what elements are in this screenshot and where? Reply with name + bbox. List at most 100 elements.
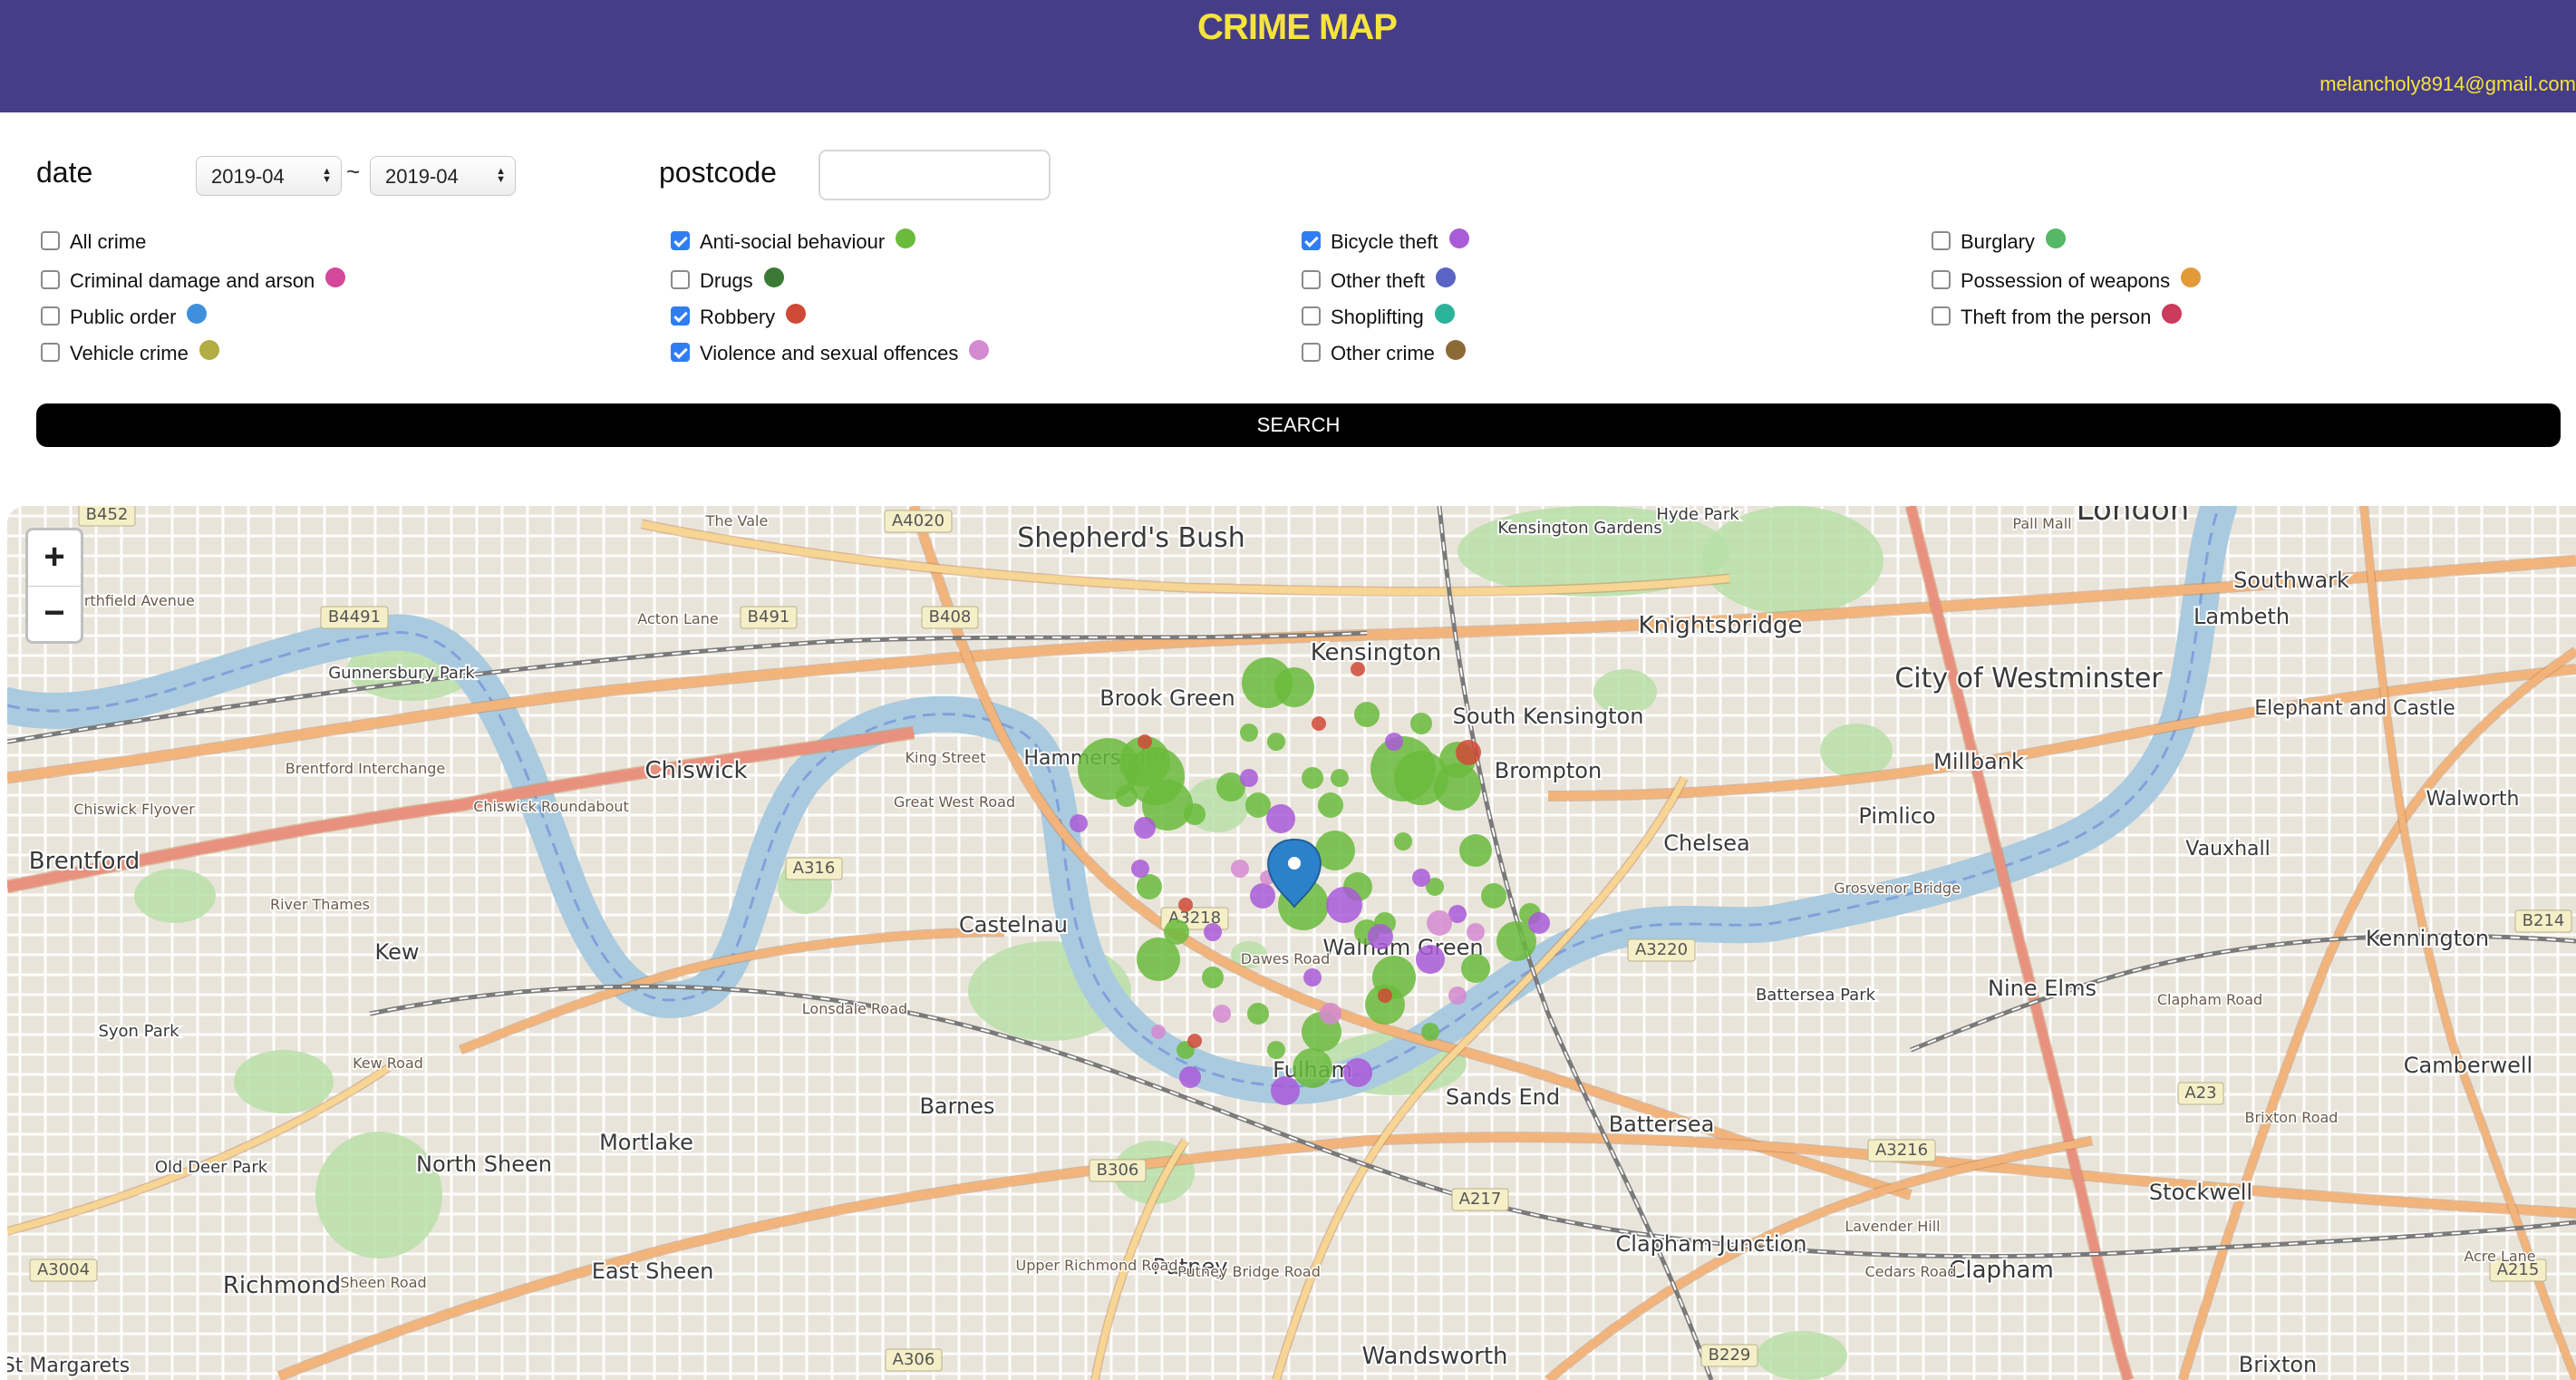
crime-marker[interactable]: [1231, 860, 1249, 878]
crime-marker[interactable]: [1267, 733, 1285, 751]
crime-marker[interactable]: [1320, 1003, 1341, 1025]
crime-marker[interactable]: [1410, 713, 1432, 734]
category-filter[interactable]: Possession of weapons: [1932, 263, 2202, 299]
crime-marker[interactable]: [1274, 667, 1314, 707]
crime-marker[interactable]: [1459, 834, 1492, 867]
category-filter[interactable]: Anti-social behaviour: [671, 224, 916, 260]
crime-marker[interactable]: [1456, 740, 1481, 765]
user-email[interactable]: melancholy8914@gmail.com: [2319, 73, 2576, 96]
crime-marker[interactable]: [1427, 910, 1452, 936]
category-checkbox[interactable]: [1302, 230, 1321, 250]
crime-marker[interactable]: [1134, 817, 1156, 839]
search-button[interactable]: SEARCH: [36, 403, 2561, 447]
crime-marker[interactable]: [1178, 898, 1193, 912]
crime-marker[interactable]: [1116, 785, 1138, 807]
crime-marker[interactable]: [1528, 912, 1550, 934]
crime-marker[interactable]: [1293, 1048, 1332, 1088]
crime-marker[interactable]: [1250, 883, 1275, 909]
category-label: Criminal damage and arson: [70, 269, 315, 292]
crime-marker[interactable]: [1271, 1076, 1300, 1105]
crime-marker[interactable]: [1394, 832, 1412, 850]
category-checkbox[interactable]: [1302, 342, 1321, 362]
crime-marker[interactable]: [1343, 1058, 1372, 1087]
crime-marker[interactable]: [1179, 1066, 1201, 1088]
category-filter[interactable]: Criminal damage and arson: [41, 263, 346, 299]
date-to-select[interactable]: 2019-04 ▲ ▼: [370, 156, 516, 196]
category-checkbox[interactable]: [1932, 230, 1951, 250]
category-checkbox[interactable]: [1932, 269, 1951, 289]
category-filter[interactable]: Shoplifting: [1302, 299, 1455, 335]
crime-marker[interactable]: [1421, 1023, 1439, 1041]
crime-marker[interactable]: [1378, 988, 1392, 1003]
crime-marker[interactable]: [1467, 923, 1485, 941]
crime-marker[interactable]: [1202, 967, 1224, 988]
category-checkbox[interactable]: [671, 342, 690, 362]
category-filter[interactable]: Drugs: [671, 263, 784, 299]
road-label: B306: [1097, 1161, 1139, 1180]
zoom-out-button[interactable]: −: [28, 587, 81, 642]
category-filter[interactable]: Public order: [41, 299, 208, 335]
map-place-label: Millbank: [1933, 749, 2024, 774]
category-filter[interactable]: Robbery: [671, 299, 807, 335]
crime-marker[interactable]: [1368, 924, 1393, 949]
crime-marker[interactable]: [1240, 724, 1258, 742]
category-checkbox[interactable]: [41, 269, 60, 289]
category-checkbox[interactable]: [671, 269, 690, 289]
category-filter[interactable]: Bicycle theft: [1302, 224, 1469, 260]
category-filter[interactable]: Vehicle crime: [41, 335, 219, 372]
category-filter[interactable]: Burglary: [1932, 224, 2066, 260]
category-checkbox[interactable]: [41, 342, 60, 362]
crime-marker[interactable]: [1138, 734, 1152, 749]
crime-marker[interactable]: [1416, 945, 1445, 974]
crime-marker[interactable]: [1240, 769, 1258, 787]
crime-marker[interactable]: [1331, 769, 1349, 787]
category-checkbox[interactable]: [41, 230, 60, 250]
category-filter[interactable]: Other theft: [1302, 263, 1456, 299]
crime-marker[interactable]: [1151, 1025, 1166, 1039]
crime-marker[interactable]: [1461, 954, 1490, 983]
crime-marker[interactable]: [1245, 792, 1271, 818]
postcode-input[interactable]: [818, 150, 1051, 200]
category-filter[interactable]: Theft from the person: [1932, 299, 2183, 335]
crime-marker[interactable]: [1318, 792, 1343, 818]
crime-marker[interactable]: [1326, 887, 1362, 923]
crime-marker[interactable]: [1070, 814, 1088, 832]
category-checkbox[interactable]: [671, 306, 690, 326]
crime-map[interactable]: London Shepherd's Bush Kensington Knightsbr…: [7, 506, 2576, 1380]
crime-marker[interactable]: [1312, 716, 1326, 731]
category-checkbox[interactable]: [1932, 306, 1951, 326]
crime-marker[interactable]: [1351, 662, 1365, 676]
crime-marker[interactable]: [1385, 733, 1403, 751]
crime-marker[interactable]: [1303, 968, 1322, 986]
crime-marker[interactable]: [1412, 869, 1430, 887]
category-filter[interactable]: All crime: [41, 224, 146, 260]
crime-marker[interactable]: [1267, 1041, 1285, 1059]
date-from-select[interactable]: 2019-04 ▲ ▼: [196, 156, 342, 196]
map-place-label: Knightsbridge: [1639, 612, 1803, 639]
crime-marker[interactable]: [1137, 874, 1162, 899]
crime-marker[interactable]: [1247, 1003, 1269, 1025]
category-label: Shoplifting: [1331, 306, 1424, 328]
road-label: King Street: [905, 749, 986, 766]
crime-marker[interactable]: [1131, 860, 1149, 878]
category-color-dot: [2181, 267, 2202, 287]
category-filter[interactable]: Other crime: [1302, 335, 1466, 372]
crime-marker[interactable]: [1481, 883, 1506, 909]
map-tiles[interactable]: London Shepherd's Bush Kensington Knightsbr…: [7, 506, 2576, 1380]
category-label: Public order: [70, 306, 177, 328]
category-checkbox[interactable]: [1302, 269, 1321, 289]
category-checkbox[interactable]: [671, 230, 690, 250]
category-filter[interactable]: Violence and sexual offences: [671, 335, 990, 372]
crime-marker[interactable]: [1204, 923, 1222, 941]
crime-marker[interactable]: [1266, 804, 1295, 833]
crime-marker[interactable]: [1184, 803, 1206, 825]
crime-marker[interactable]: [1187, 1034, 1202, 1048]
category-checkbox[interactable]: [41, 306, 60, 326]
zoom-in-button[interactable]: +: [28, 530, 81, 587]
crime-marker[interactable]: [1164, 919, 1189, 945]
crime-marker[interactable]: [1302, 767, 1323, 789]
crime-marker[interactable]: [1213, 1005, 1231, 1023]
category-checkbox[interactable]: [1302, 306, 1321, 326]
crime-marker[interactable]: [1354, 702, 1380, 727]
crime-marker[interactable]: [1448, 986, 1467, 1005]
